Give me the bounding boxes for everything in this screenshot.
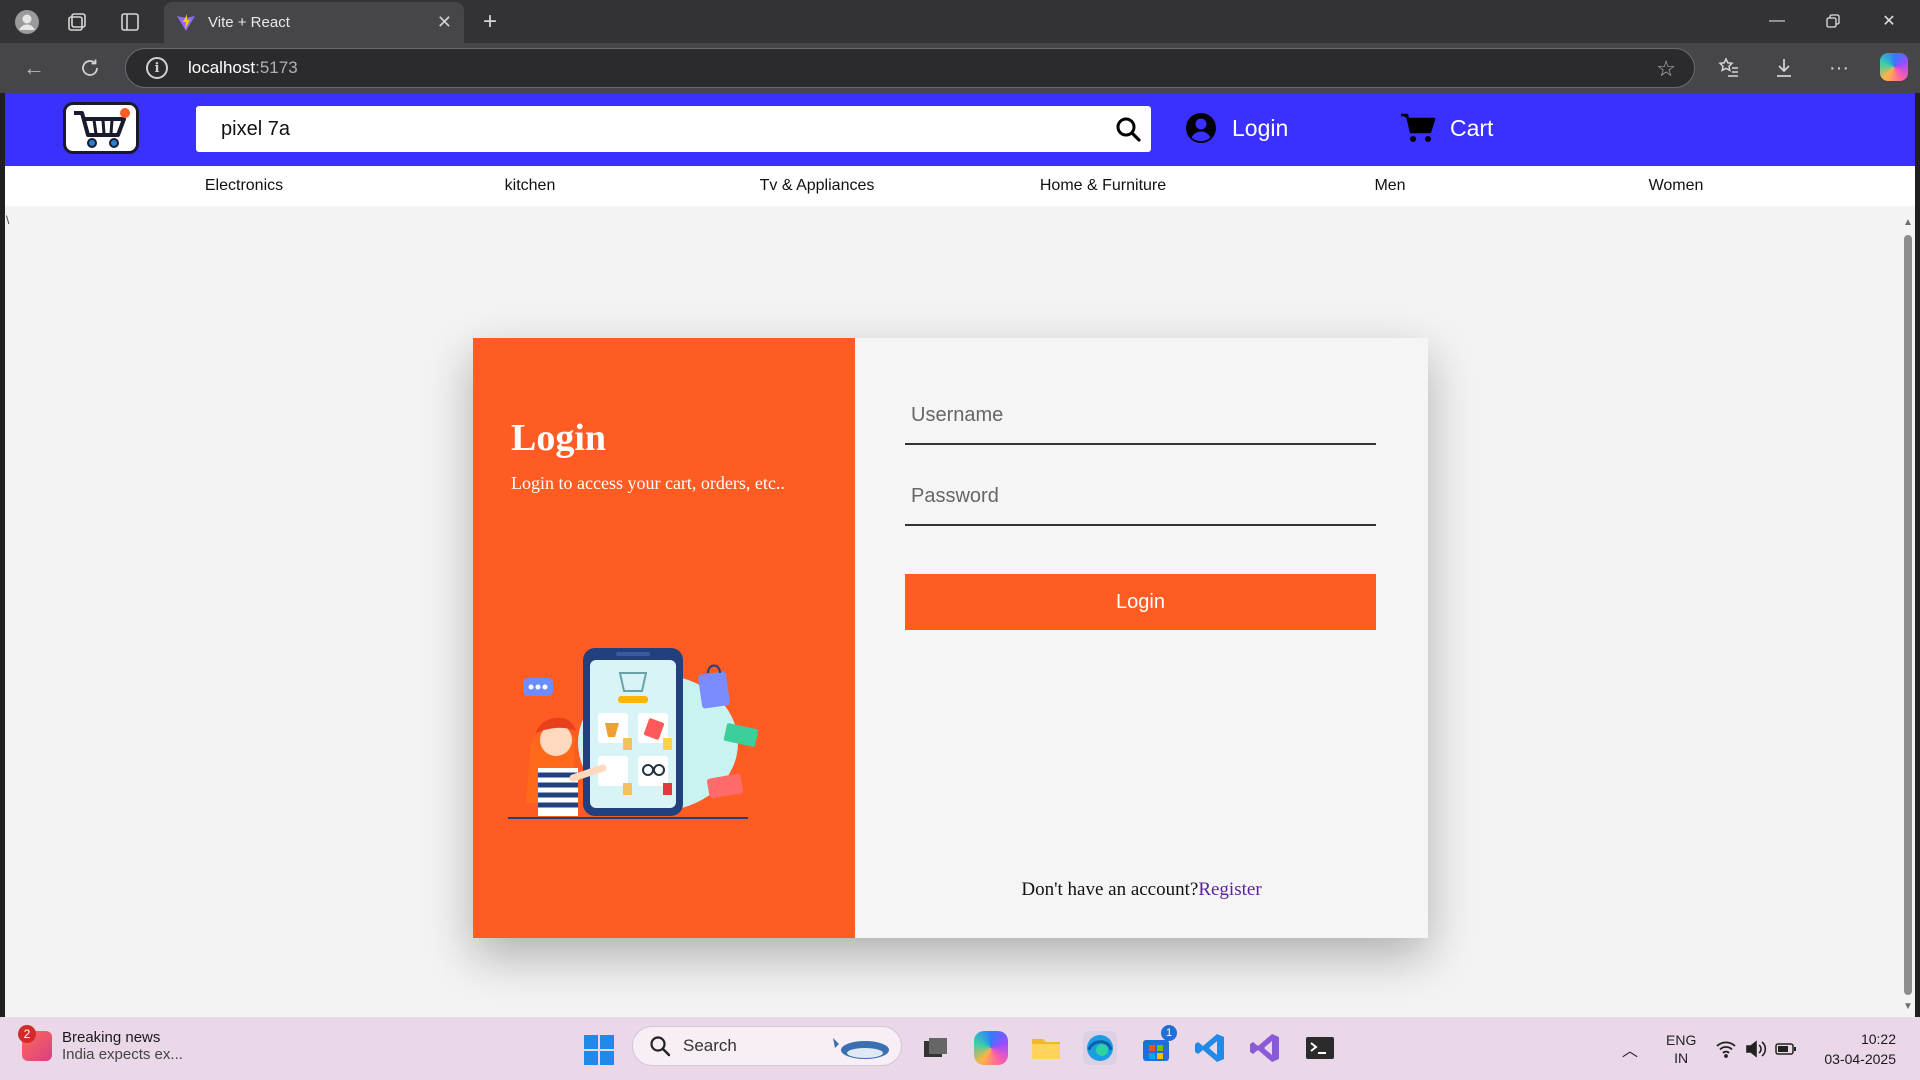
header-cart-link[interactable]: Cart	[1400, 110, 1493, 146]
tray-overflow-icon[interactable]: ︿	[1622, 1017, 1638, 1080]
category-electronics[interactable]: Electronics	[205, 177, 283, 195]
minimize-icon[interactable]: —	[1750, 6, 1804, 36]
stray-text: \	[6, 213, 10, 227]
page-viewport: Login Cart Electronics kitchen Tv & Appl…	[5, 93, 1915, 1017]
workspaces-icon[interactable]	[63, 8, 91, 36]
battery-icon[interactable]	[1775, 1017, 1797, 1080]
site-header: Login Cart	[5, 93, 1915, 166]
news-subtitle: India expects ex...	[62, 1046, 183, 1063]
windows-start-icon[interactable]	[584, 1035, 614, 1065]
news-widget[interactable]: 2 Breaking news India expects ex...	[18, 1025, 183, 1063]
file-explorer-icon[interactable]	[1029, 1031, 1063, 1065]
news-badge: 2	[18, 1025, 36, 1043]
vscode-icon[interactable]	[1193, 1031, 1227, 1065]
volume-icon[interactable]	[1745, 1017, 1767, 1080]
taskbar-search-label: Search	[683, 1036, 737, 1055]
back-icon[interactable]: ←	[18, 53, 50, 83]
edge-browser-icon[interactable]	[1083, 1031, 1117, 1065]
category-kitchen[interactable]: kitchen	[505, 177, 556, 195]
category-tv-appliances[interactable]: Tv & Appliances	[760, 177, 875, 195]
region-code: IN	[1674, 1049, 1689, 1066]
close-window-icon[interactable]: ✕	[1862, 6, 1916, 36]
register-link[interactable]: Register	[1198, 879, 1261, 900]
tab-close-icon[interactable]: ✕	[437, 12, 452, 33]
search-icon[interactable]	[1115, 116, 1141, 142]
cart-logo-icon[interactable]	[63, 102, 139, 154]
header-cart-label: Cart	[1450, 114, 1494, 141]
category-home-furniture[interactable]: Home & Furniture	[1040, 177, 1166, 195]
restore-icon[interactable]	[1806, 6, 1860, 36]
browser-titlebar: Vite + React ✕ + — ✕	[0, 0, 1920, 43]
header-login-label: Login	[1232, 114, 1289, 141]
shopping-cart-icon	[1401, 113, 1436, 142]
password-field	[905, 468, 1376, 526]
category-bar: Electronics kitchen Tv & Appliances Home…	[5, 166, 1915, 206]
news-title: Breaking news	[62, 1029, 161, 1046]
browser-tab-active[interactable]: Vite + React ✕	[164, 2, 464, 43]
refresh-icon[interactable]	[74, 53, 106, 83]
terminal-icon[interactable]	[1303, 1031, 1337, 1065]
copilot-icon[interactable]	[1880, 53, 1908, 81]
category-women[interactable]: Women	[1649, 177, 1704, 195]
wifi-icon[interactable]	[1715, 1017, 1737, 1080]
user-circle-icon	[1186, 113, 1216, 143]
clock-time: 10:22	[1860, 1031, 1896, 1047]
downloads-icon[interactable]	[1768, 53, 1800, 83]
copilot-app-icon[interactable]	[974, 1031, 1008, 1065]
language-code: ENG	[1666, 1031, 1697, 1048]
site-info-icon[interactable]: i	[146, 57, 168, 79]
search-icon	[650, 1036, 671, 1057]
language-indicator[interactable]: ENG IN	[1666, 1017, 1696, 1080]
favorites-icon[interactable]	[1713, 53, 1745, 83]
vertical-tabs-icon[interactable]	[116, 8, 144, 36]
task-view-icon[interactable]	[918, 1031, 952, 1065]
taskbar-search[interactable]: Search	[632, 1026, 902, 1066]
url-text: localhost:5173	[188, 58, 298, 77]
scroll-down-icon[interactable]: ▼	[1903, 1001, 1913, 1012]
category-men[interactable]: Men	[1374, 177, 1405, 195]
vite-icon	[177, 13, 195, 31]
username-input[interactable]	[905, 387, 1376, 443]
tab-title: Vite + React	[208, 14, 290, 31]
login-heading: Login	[511, 417, 607, 459]
header-login-link[interactable]: Login	[1185, 110, 1288, 146]
microsoft-store-icon[interactable]: 1	[1139, 1025, 1177, 1065]
scroll-up-icon[interactable]: ▲	[1903, 217, 1913, 228]
shopping-illustration	[508, 648, 758, 819]
system-clock[interactable]: 10:22 03-04-2025	[1810, 1029, 1896, 1069]
login-form: Login Don't have an account?Register	[855, 338, 1428, 938]
username-field	[905, 387, 1376, 445]
favorite-star-icon[interactable]: ☆	[1656, 56, 1676, 82]
register-prompt: Don't have an account?Register	[855, 879, 1428, 901]
login-card-banner: Login Login to access your cart, orders,…	[473, 338, 855, 938]
page-scrollbar[interactable]: ▲ ▼	[1901, 213, 1915, 1017]
news-icon: 2	[18, 1025, 52, 1061]
whale-decoration-icon	[833, 1038, 889, 1059]
login-subtext: Login to access your cart, orders, etc..	[511, 473, 785, 493]
scroll-thumb[interactable]	[1904, 235, 1912, 995]
password-input[interactable]	[905, 468, 1376, 524]
search-box	[196, 106, 1151, 152]
new-tab-icon[interactable]: +	[476, 8, 504, 36]
login-card: Login Login to access your cart, orders,…	[473, 338, 1428, 938]
login-submit-button[interactable]: Login	[905, 574, 1376, 630]
search-input[interactable]	[221, 117, 1081, 141]
profile-icon[interactable]	[13, 8, 41, 36]
store-badge: 1	[1161, 1025, 1177, 1041]
register-prompt-text: Don't have an account?	[1021, 879, 1199, 900]
address-toolbar: ← i localhost:5173 ☆ ···	[0, 43, 1920, 93]
visual-studio-icon[interactable]	[1248, 1031, 1282, 1065]
windows-taskbar: 2 Breaking news India expects ex... Sear…	[0, 1017, 1920, 1080]
more-options-icon[interactable]: ···	[1823, 53, 1855, 83]
clock-date: 03-04-2025	[1824, 1051, 1896, 1067]
address-bar[interactable]: i localhost:5173 ☆	[125, 48, 1695, 88]
